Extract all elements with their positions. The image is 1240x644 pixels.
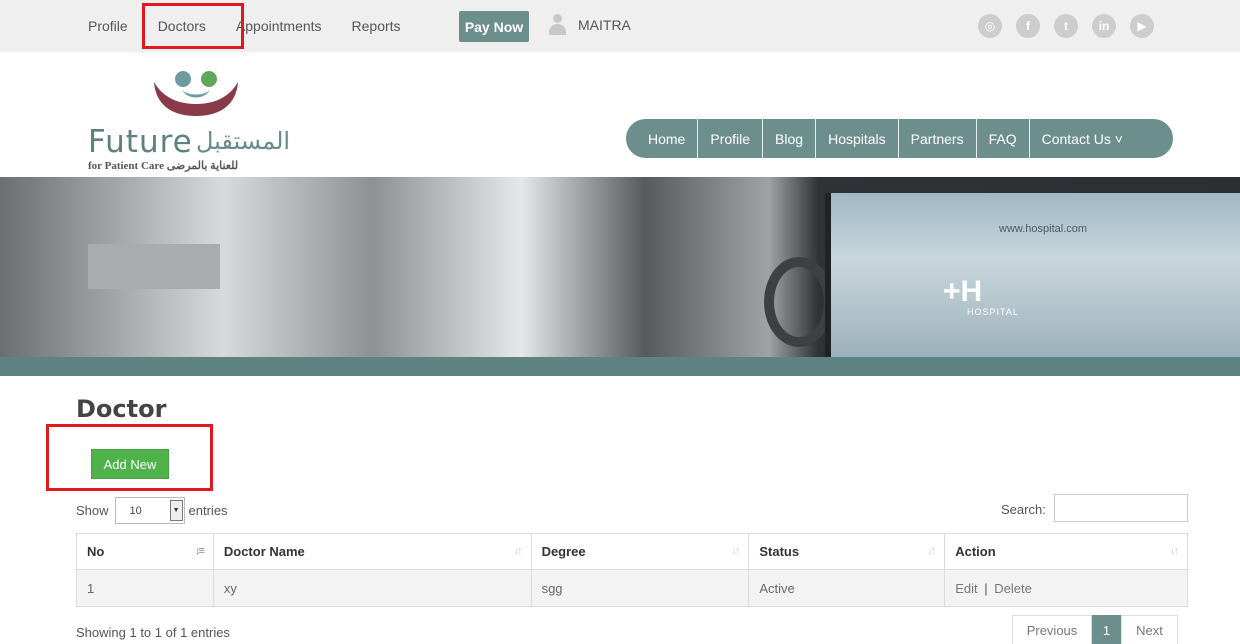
sort-icon: ↓↑ — [927, 545, 936, 557]
logo-arabic-text: المستقبل — [196, 128, 291, 155]
next-page-button[interactable]: Next — [1121, 615, 1178, 644]
top-link-profile[interactable]: Profile — [88, 18, 128, 34]
hero-banner: www.hospital.com +H HOSPITAL — [0, 177, 1240, 357]
logo-subtitle: for Patient Care للعناية بالمرضى — [88, 160, 239, 172]
instagram-icon[interactable]: ◎ — [978, 14, 1002, 38]
nav-profile[interactable]: Profile — [698, 119, 764, 158]
nav-contact-us[interactable]: Contact Us ˅ — [1030, 119, 1135, 158]
top-bar: Profile Doctors Appointments Reports Pay… — [0, 0, 1240, 52]
nav-faq[interactable]: FAQ — [977, 119, 1030, 158]
facebook-icon[interactable]: f — [1016, 14, 1040, 38]
youtube-icon[interactable]: ▶ — [1130, 14, 1154, 38]
banner-placeholder — [88, 244, 220, 289]
page-size-select[interactable]: 10 ▼ — [114, 497, 185, 524]
page-size-value: 10 — [129, 504, 142, 517]
cell-doctor-name: xy — [212, 569, 532, 607]
sort-icon: ↓↑ — [1170, 545, 1179, 557]
cell-no: 1 — [76, 569, 214, 607]
add-new-button[interactable]: Add New — [91, 449, 169, 479]
screen-url-text: www.hospital.com — [999, 223, 1088, 235]
cell-action: Edit | Delete — [944, 569, 1188, 607]
page-title: Doctor — [76, 395, 167, 423]
current-page-button[interactable]: 1 — [1092, 615, 1121, 644]
banner-screen-image: www.hospital.com +H HOSPITAL — [825, 193, 1240, 357]
nav-home[interactable]: Home — [636, 119, 699, 158]
cell-status: Active — [748, 569, 946, 607]
social-links: ◎ f t in ▶ — [978, 14, 1168, 38]
top-link-reports[interactable]: Reports — [352, 18, 401, 34]
previous-page-button[interactable]: Previous — [1012, 615, 1092, 644]
column-header-action[interactable]: Action ↓↑ — [944, 533, 1188, 570]
site-logo[interactable]: Future المستقبل for Patient Care للعناية… — [88, 66, 318, 176]
user-name: MAITRA — [578, 17, 631, 33]
column-header-status[interactable]: Status ↓↑ — [748, 533, 946, 570]
chevron-down-icon[interactable]: ▼ — [169, 500, 183, 521]
delete-link[interactable]: Delete — [994, 581, 1032, 596]
sort-asc-icon: ↓≡ — [194, 545, 205, 557]
column-header-doctor-name[interactable]: Doctor Name ↓↑ — [212, 533, 532, 570]
screen-hospital-text: HOSPITAL — [967, 307, 1019, 317]
table-info: Showing 1 to 1 of 1 entries — [76, 625, 230, 640]
pagination: Previous 1 Next — [1012, 615, 1178, 644]
nav-partners[interactable]: Partners — [899, 119, 977, 158]
column-header-no[interactable]: No ↓≡ — [76, 533, 214, 570]
doctors-table: No ↓≡ Doctor Name ↓↑ Degree ↓↑ Status ↓↑ Act… — [76, 533, 1188, 607]
cell-degree: sgg — [530, 569, 750, 607]
user-menu[interactable]: MAITRA — [548, 14, 631, 36]
logo-english-text: Future — [88, 124, 193, 160]
hands-logo-icon — [154, 71, 238, 116]
screen-hospital-logo: +H — [943, 275, 983, 308]
sort-icon: ↓↑ — [731, 545, 740, 557]
edit-link[interactable]: Edit — [955, 581, 977, 596]
page-size-control: Show 10 ▼ entries — [76, 497, 228, 524]
nav-blog[interactable]: Blog — [763, 119, 817, 158]
table-header-row: No ↓≡ Doctor Name ↓↑ Degree ↓↑ Status ↓↑ Act… — [76, 533, 1188, 570]
linkedin-icon[interactable]: in — [1092, 14, 1116, 38]
table-row: 1 xy sgg Active Edit | Delete — [76, 569, 1188, 607]
doctors-highlight-box — [142, 3, 244, 49]
sort-icon: ↓↑ — [513, 545, 523, 557]
main-nav: Home Profile Blog Hospitals Partners FAQ… — [626, 119, 1173, 158]
pay-now-button[interactable]: Pay Now — [459, 11, 529, 42]
twitter-icon[interactable]: t — [1054, 14, 1078, 38]
entries-label: entries — [188, 503, 228, 518]
banner-divider — [0, 357, 1240, 376]
nav-hospitals[interactable]: Hospitals — [816, 119, 899, 158]
action-separator: | — [984, 580, 988, 596]
column-header-degree[interactable]: Degree ↓↑ — [530, 533, 750, 570]
search-label: Search: — [1001, 502, 1046, 517]
top-nav: Profile Doctors Appointments Reports — [88, 0, 431, 52]
show-label: Show — [76, 503, 109, 518]
stethoscope-image — [764, 257, 834, 347]
top-link-appointments[interactable]: Appointments — [236, 18, 322, 34]
search-input[interactable] — [1054, 494, 1188, 522]
user-icon — [548, 14, 566, 36]
